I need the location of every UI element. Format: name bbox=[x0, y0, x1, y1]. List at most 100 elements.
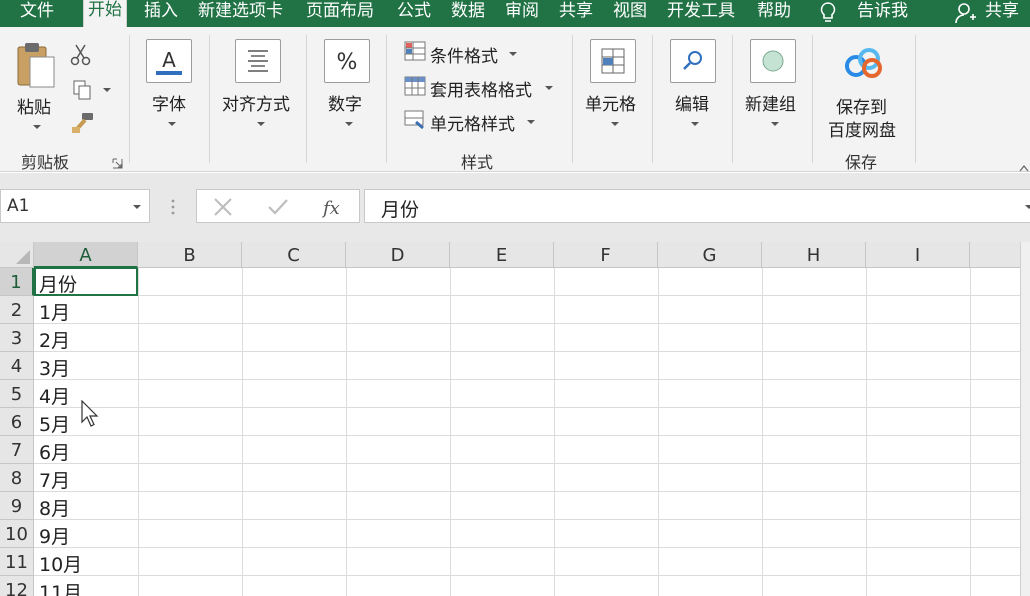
paste-dropdown-icon[interactable] bbox=[33, 125, 41, 129]
cell-a9[interactable]: 8月 bbox=[39, 494, 70, 521]
copy-dropdown-icon[interactable] bbox=[103, 88, 111, 92]
tab-developer[interactable]: 开发工具 bbox=[667, 0, 735, 27]
cancel-icon[interactable] bbox=[213, 198, 233, 220]
search-icon[interactable] bbox=[670, 39, 716, 83]
row-header[interactable]: 6 bbox=[0, 408, 34, 436]
cells-icon[interactable] bbox=[590, 39, 636, 83]
baidu-netdisk-icon[interactable] bbox=[843, 47, 885, 83]
row-header[interactable]: 12 bbox=[0, 576, 34, 596]
editing-button[interactable]: 编辑 bbox=[675, 90, 709, 115]
tab-view[interactable]: 视图 bbox=[613, 0, 647, 27]
format-as-table-dropdown-icon[interactable] bbox=[545, 86, 553, 90]
save-to-baidu-line2[interactable]: 百度网盘 bbox=[828, 116, 896, 141]
paste-button[interactable]: 粘贴 bbox=[17, 93, 51, 118]
number-dropdown-icon[interactable] bbox=[345, 122, 353, 126]
lightbulb-icon[interactable] bbox=[818, 1, 838, 29]
cell-grid[interactable]: 月份 1月 2月 3月 4月 5月 6月 7月 8月 9月 10月 11月 bbox=[34, 268, 1030, 596]
row-header[interactable]: 5 bbox=[0, 380, 34, 408]
cells-group: 单元格 bbox=[573, 27, 653, 172]
alignment-icon[interactable] bbox=[235, 39, 281, 83]
save-to-baidu-line1[interactable]: 保存到 bbox=[836, 93, 887, 118]
cell-a6[interactable]: 5月 bbox=[39, 410, 70, 437]
cell-a10[interactable]: 9月 bbox=[39, 522, 70, 549]
share-button[interactable]: 共享 bbox=[985, 0, 1019, 27]
tab-new-tab[interactable]: 新建选项卡 bbox=[198, 0, 283, 27]
font-button[interactable]: 字体 bbox=[152, 90, 186, 115]
column-header-g[interactable]: G bbox=[658, 242, 762, 268]
column-header-i[interactable]: I bbox=[866, 242, 970, 268]
tab-insert[interactable]: 插入 bbox=[144, 0, 178, 27]
row-header[interactable]: 11 bbox=[0, 548, 34, 576]
row-header[interactable]: 7 bbox=[0, 436, 34, 464]
tell-me-search[interactable]: 告诉我 bbox=[857, 0, 908, 27]
font-dropdown-icon[interactable] bbox=[168, 122, 176, 126]
cell-a12[interactable]: 11月 bbox=[39, 578, 82, 596]
tab-home[interactable]: 开始 bbox=[83, 0, 127, 30]
enter-check-icon[interactable] bbox=[267, 198, 289, 220]
cell-a4[interactable]: 3月 bbox=[39, 354, 70, 381]
cell-styles-dropdown-icon[interactable] bbox=[527, 120, 535, 124]
format-as-table-button[interactable]: 套用表格格式 bbox=[430, 76, 532, 101]
cell-a8[interactable]: 7月 bbox=[39, 466, 70, 493]
cut-icon[interactable] bbox=[70, 43, 92, 71]
active-cell-border bbox=[34, 268, 138, 296]
vertical-scrollbar[interactable] bbox=[1020, 242, 1030, 596]
cell-styles-button[interactable]: 单元格样式 bbox=[430, 110, 515, 135]
cells-dropdown-icon[interactable] bbox=[611, 122, 619, 126]
formula-input[interactable]: 月份 bbox=[364, 189, 1030, 223]
tab-share[interactable]: 共享 bbox=[559, 0, 593, 27]
alignment-button[interactable]: 对齐方式 bbox=[222, 90, 290, 115]
cell-a11[interactable]: 10月 bbox=[39, 550, 82, 577]
cell-styles-icon[interactable] bbox=[404, 110, 426, 134]
cell-a3[interactable]: 2月 bbox=[39, 326, 70, 353]
share-user-icon[interactable] bbox=[954, 1, 978, 29]
number-format-icon[interactable]: % bbox=[324, 39, 370, 83]
new-group-icon[interactable] bbox=[750, 39, 796, 83]
cell-a5[interactable]: 4月 bbox=[39, 382, 70, 409]
name-box[interactable]: A1 bbox=[0, 189, 150, 223]
tab-help[interactable]: 帮助 bbox=[757, 0, 791, 27]
row-header[interactable]: 2 bbox=[0, 296, 34, 324]
column-header-b[interactable]: B bbox=[138, 242, 242, 268]
tab-review[interactable]: 审阅 bbox=[505, 0, 539, 27]
select-all-button[interactable] bbox=[0, 242, 34, 268]
conditional-format-button[interactable]: 条件格式 bbox=[430, 42, 498, 67]
conditional-format-icon[interactable] bbox=[404, 41, 426, 65]
cells-button[interactable]: 单元格 bbox=[585, 90, 636, 115]
format-painter-icon[interactable] bbox=[70, 111, 96, 139]
dialog-launcher-icon[interactable] bbox=[112, 154, 123, 173]
format-as-table-icon[interactable] bbox=[404, 76, 426, 100]
alignment-dropdown-icon[interactable] bbox=[257, 122, 265, 126]
font-icon[interactable]: A bbox=[146, 39, 192, 83]
new-group-dropdown-icon[interactable] bbox=[771, 122, 779, 126]
column-header-d[interactable]: D bbox=[346, 242, 450, 268]
copy-icon[interactable] bbox=[72, 79, 94, 105]
row-header[interactable]: 8 bbox=[0, 464, 34, 492]
conditional-format-dropdown-icon[interactable] bbox=[509, 52, 517, 56]
new-group-button[interactable]: 新建组 bbox=[745, 90, 796, 115]
grid-line bbox=[34, 323, 1030, 324]
row-header[interactable]: 4 bbox=[0, 352, 34, 380]
cell-a2[interactable]: 1月 bbox=[39, 298, 70, 325]
column-header-a[interactable]: A bbox=[34, 242, 138, 268]
row-header[interactable]: 1 bbox=[0, 268, 34, 296]
insert-function-icon[interactable]: fx bbox=[321, 195, 345, 223]
name-box-dropdown-icon[interactable] bbox=[133, 205, 141, 209]
row-header[interactable]: 9 bbox=[0, 492, 34, 520]
tab-file[interactable]: 文件 bbox=[20, 0, 54, 27]
number-button[interactable]: 数字 bbox=[328, 90, 362, 115]
column-header-c[interactable]: C bbox=[242, 242, 346, 268]
tab-page-layout[interactable]: 页面布局 bbox=[306, 0, 374, 27]
paste-icon[interactable] bbox=[16, 41, 58, 95]
tab-formulas[interactable]: 公式 bbox=[397, 0, 431, 27]
expand-formula-icon[interactable] bbox=[1025, 205, 1030, 209]
column-header-f[interactable]: F bbox=[554, 242, 658, 268]
more-dots-icon[interactable] bbox=[170, 197, 176, 221]
column-header-h[interactable]: H bbox=[762, 242, 866, 268]
cell-a7[interactable]: 6月 bbox=[39, 438, 70, 465]
row-header[interactable]: 10 bbox=[0, 520, 34, 548]
tab-data[interactable]: 数据 bbox=[451, 0, 485, 27]
row-header[interactable]: 3 bbox=[0, 324, 34, 352]
column-header-e[interactable]: E bbox=[450, 242, 554, 268]
editing-dropdown-icon[interactable] bbox=[691, 122, 699, 126]
